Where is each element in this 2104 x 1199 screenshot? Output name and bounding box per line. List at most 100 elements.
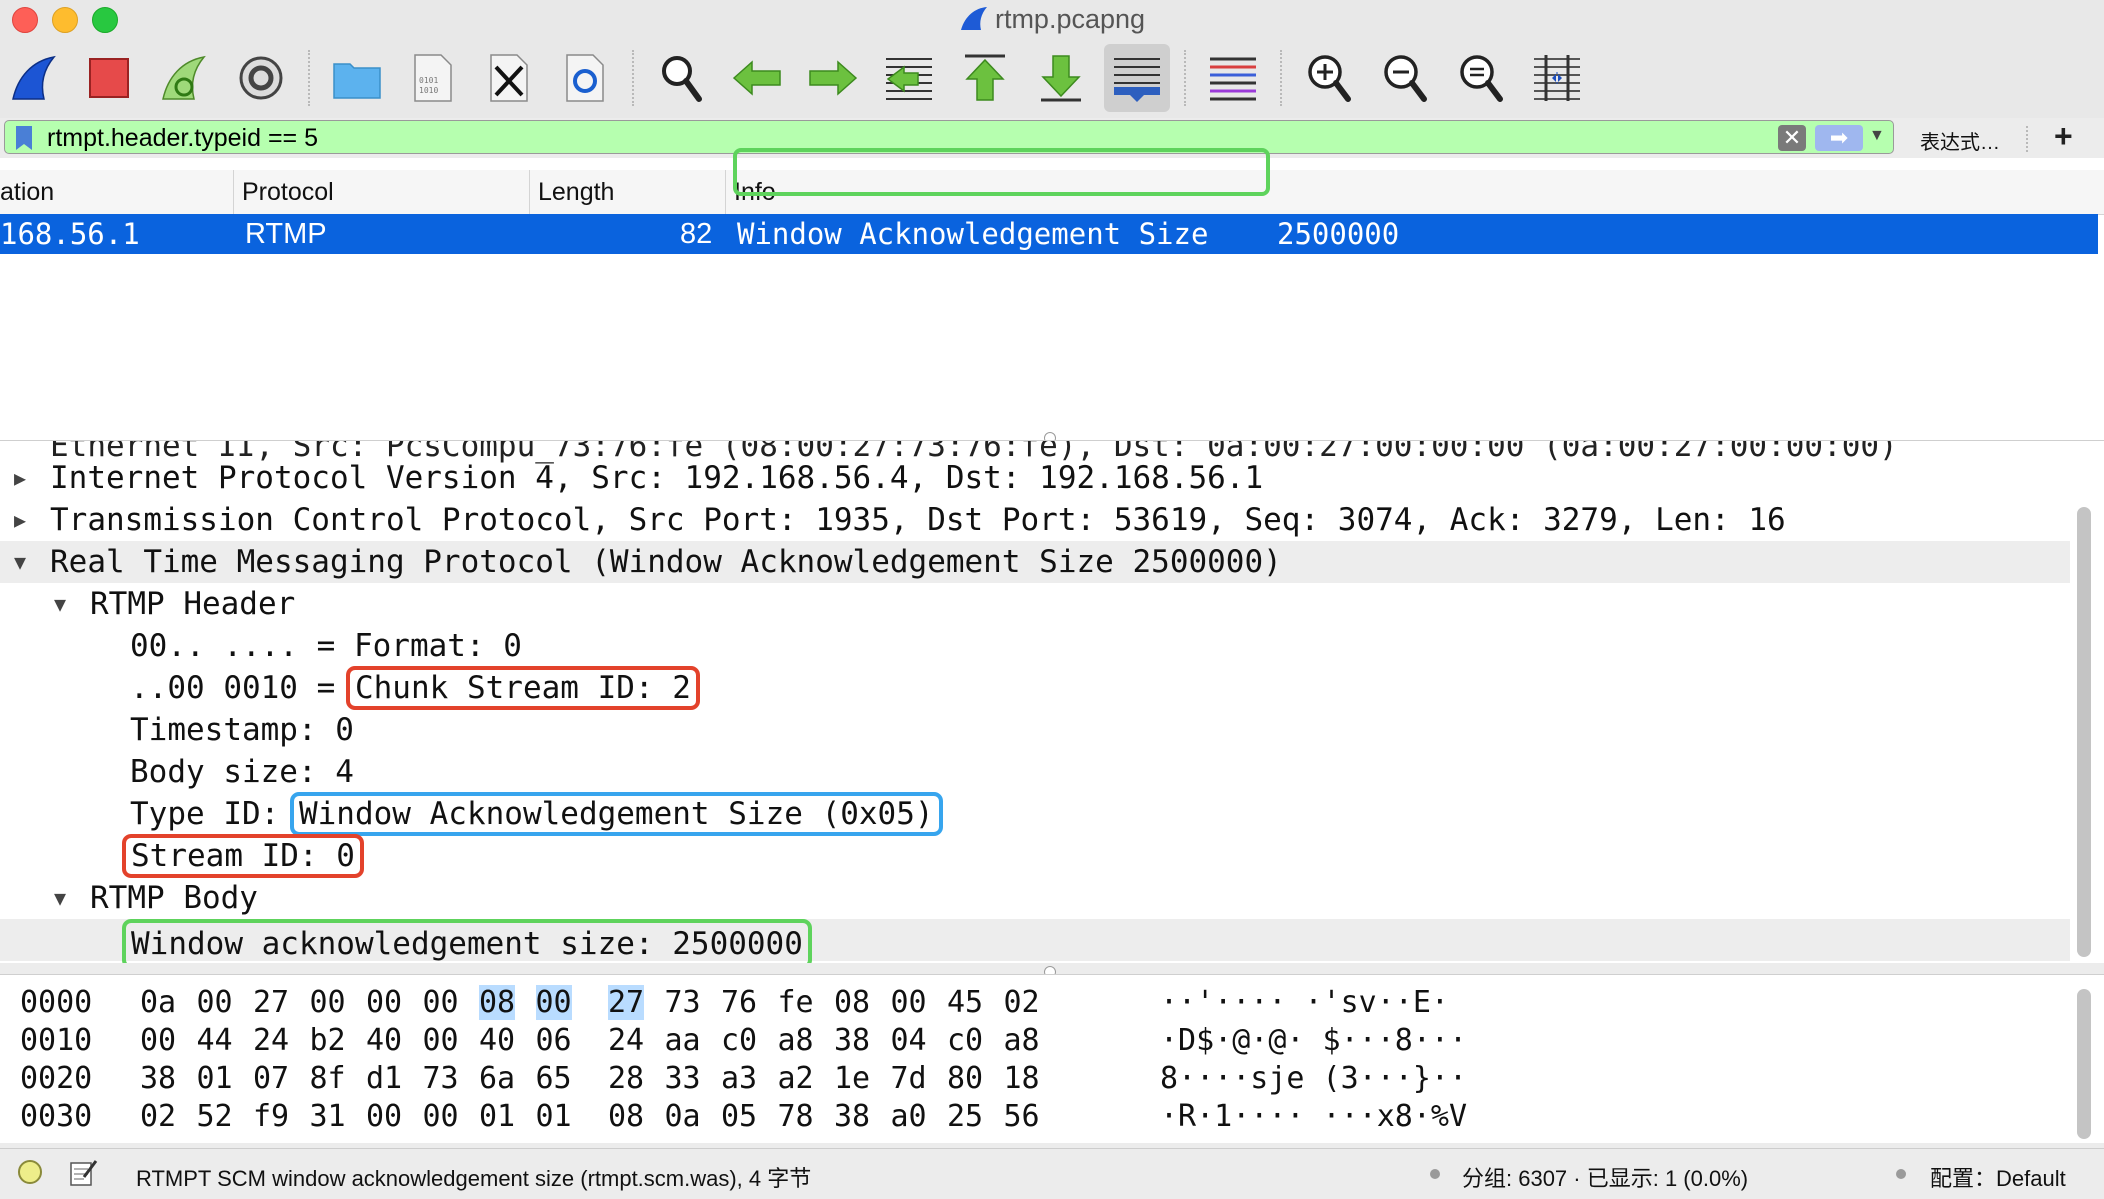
hex-byte[interactable]: 27 (253, 985, 289, 1020)
capture-options-button[interactable] (228, 44, 294, 112)
hex-byte[interactable]: 00 (535, 985, 572, 1020)
hex-byte[interactable]: d1 (366, 1061, 402, 1096)
hex-byte[interactable]: 01 (479, 1099, 515, 1134)
hex-byte[interactable]: 28 (608, 1061, 644, 1096)
hex-byte[interactable]: 08 (479, 985, 516, 1020)
detail-row-chunk-stream-id[interactable]: ..00 0010 = Chunk Stream ID: 2 (130, 666, 700, 710)
zoom-out-button[interactable] (1372, 44, 1438, 112)
status-profile[interactable]: 配置：Default (1930, 1161, 2066, 1193)
hex-byte[interactable]: 05 (721, 1099, 757, 1134)
expression-button[interactable]: 表达式… (1920, 126, 2000, 155)
hex-byte[interactable]: 73 (665, 985, 701, 1020)
hex-byte[interactable]: 7d (891, 1061, 927, 1096)
column-header-destination[interactable]: ation (0, 170, 234, 214)
filter-text[interactable]: rtmpt.header.typeid == 5 (47, 124, 318, 153)
first-packet-button[interactable] (952, 44, 1018, 112)
save-file-button[interactable]: 0101 1010 (400, 44, 466, 112)
detail-row-window-ack-size[interactable]: Window acknowledgement size: 2500000 (0, 919, 2070, 963)
detail-row-body-size[interactable]: Body size: 4 (130, 751, 354, 793)
expand-arrow-icon[interactable]: ▶ (14, 499, 26, 541)
detail-row-type-id[interactable]: Type ID: Window Acknowledgement Size (0x… (130, 792, 943, 836)
hex-byte[interactable]: 02 (140, 1099, 176, 1134)
hex-byte[interactable]: 08 (608, 1099, 644, 1134)
ascii-dump[interactable]: ·D$·@·@· $···8··· (1160, 1023, 1467, 1058)
stop-capture-button[interactable] (76, 44, 142, 112)
ascii-dump[interactable]: 8····sje (3···}·· (1160, 1061, 1467, 1096)
hex-byte[interactable]: 6a (479, 1061, 515, 1096)
hex-byte[interactable]: 1e (834, 1061, 870, 1096)
hex-byte[interactable]: 06 (536, 1023, 572, 1058)
restart-capture-button[interactable] (150, 44, 216, 112)
last-packet-button[interactable] (1028, 44, 1094, 112)
reload-file-button[interactable] (552, 44, 618, 112)
detail-row-tcp[interactable]: ▶ Transmission Control Protocol, Src Por… (0, 499, 2070, 541)
hex-byte[interactable]: fe (778, 985, 814, 1020)
hex-byte[interactable]: 38 (834, 1099, 870, 1134)
go-forward-button[interactable] (800, 44, 866, 112)
hex-byte[interactable]: a8 (1004, 1023, 1040, 1058)
resize-columns-button[interactable] (1524, 44, 1590, 112)
hex-byte[interactable]: aa (665, 1023, 701, 1058)
hex-byte[interactable]: 07 (253, 1061, 289, 1096)
detail-row-stream-id[interactable]: Stream ID: 0 (122, 834, 364, 878)
hex-byte[interactable]: 00 (423, 1099, 459, 1134)
hex-byte[interactable]: 65 (536, 1061, 572, 1096)
pane-splitter-handle[interactable] (1044, 432, 1056, 440)
hex-byte[interactable]: 00 (140, 1023, 176, 1058)
column-header-length[interactable]: Length (530, 170, 726, 214)
hex-byte[interactable]: 27 (608, 985, 645, 1020)
hex-byte[interactable]: 52 (197, 1099, 233, 1134)
hex-byte[interactable]: 73 (423, 1061, 459, 1096)
hex-byte[interactable]: 38 (140, 1061, 176, 1096)
hex-byte[interactable]: 02 (1004, 985, 1040, 1020)
expand-arrow-icon[interactable]: ▶ (14, 457, 26, 499)
bytes-vertical-scrollbar[interactable] (2077, 989, 2091, 1139)
detail-row-ip[interactable]: ▶ Internet Protocol Version 4, Src: 192.… (0, 457, 2070, 499)
zoom-in-button[interactable] (1296, 44, 1362, 112)
detail-row-timestamp[interactable]: Timestamp: 0 (130, 709, 354, 751)
hex-byte[interactable]: a8 (778, 1023, 814, 1058)
hex-byte[interactable]: 45 (947, 985, 983, 1020)
hex-byte[interactable]: a2 (778, 1061, 814, 1096)
hex-byte[interactable]: b2 (310, 1023, 346, 1058)
hex-byte[interactable]: 40 (366, 1023, 402, 1058)
collapse-arrow-icon[interactable]: ▼ (54, 583, 66, 625)
edit-comment-icon[interactable] (68, 1157, 98, 1187)
detail-row-format[interactable]: 00.. .... = Format: 0 (130, 625, 522, 667)
hex-byte[interactable]: a3 (721, 1061, 757, 1096)
collapse-arrow-icon[interactable]: ▼ (54, 877, 66, 919)
hex-byte[interactable]: 00 (423, 985, 459, 1020)
hex-byte[interactable]: 08 (834, 985, 870, 1020)
hex-byte[interactable]: 01 (197, 1061, 233, 1096)
detail-row-rtmp-header[interactable]: ▼ RTMP Header (0, 583, 2070, 625)
hex-byte[interactable]: 00 (366, 1099, 402, 1134)
collapse-arrow-icon[interactable]: ▼ (14, 541, 26, 583)
start-capture-button[interactable] (0, 44, 66, 112)
details-vertical-scrollbar[interactable] (2077, 507, 2091, 957)
ascii-dump[interactable]: ·R·1···· ···x8·%V (1160, 1099, 1467, 1134)
open-file-button[interactable] (324, 44, 390, 112)
hex-byte[interactable]: 33 (665, 1061, 701, 1096)
hex-byte[interactable]: 00 (891, 985, 927, 1020)
ascii-dump[interactable]: ··'···· ·'sv··E· (1160, 985, 1449, 1020)
colorize-button[interactable] (1200, 44, 1266, 112)
go-to-packet-button[interactable] (876, 44, 942, 112)
expert-info-indicator-icon[interactable] (18, 1160, 42, 1184)
hex-byte[interactable]: 00 (197, 985, 233, 1020)
clear-filter-button[interactable]: ✕ (1778, 125, 1806, 151)
go-back-button[interactable] (724, 44, 790, 112)
apply-filter-button[interactable]: ➡ (1815, 125, 1863, 151)
detail-row-rtmp-body[interactable]: ▼ RTMP Body (0, 877, 2070, 919)
find-packet-button[interactable] (648, 44, 714, 112)
hex-byte[interactable]: f9 (253, 1099, 289, 1134)
hex-byte[interactable]: 31 (310, 1099, 346, 1134)
hex-byte[interactable]: 56 (1004, 1099, 1040, 1134)
hex-byte[interactable]: 80 (947, 1061, 983, 1096)
hex-byte[interactable]: 04 (891, 1023, 927, 1058)
hex-byte[interactable]: 0a (665, 1099, 701, 1134)
hex-byte[interactable]: 78 (778, 1099, 814, 1134)
hex-byte[interactable]: 76 (721, 985, 757, 1020)
hex-byte[interactable]: 18 (1004, 1061, 1040, 1096)
bookmark-icon[interactable] (13, 125, 35, 151)
hex-byte[interactable]: 44 (197, 1023, 233, 1058)
